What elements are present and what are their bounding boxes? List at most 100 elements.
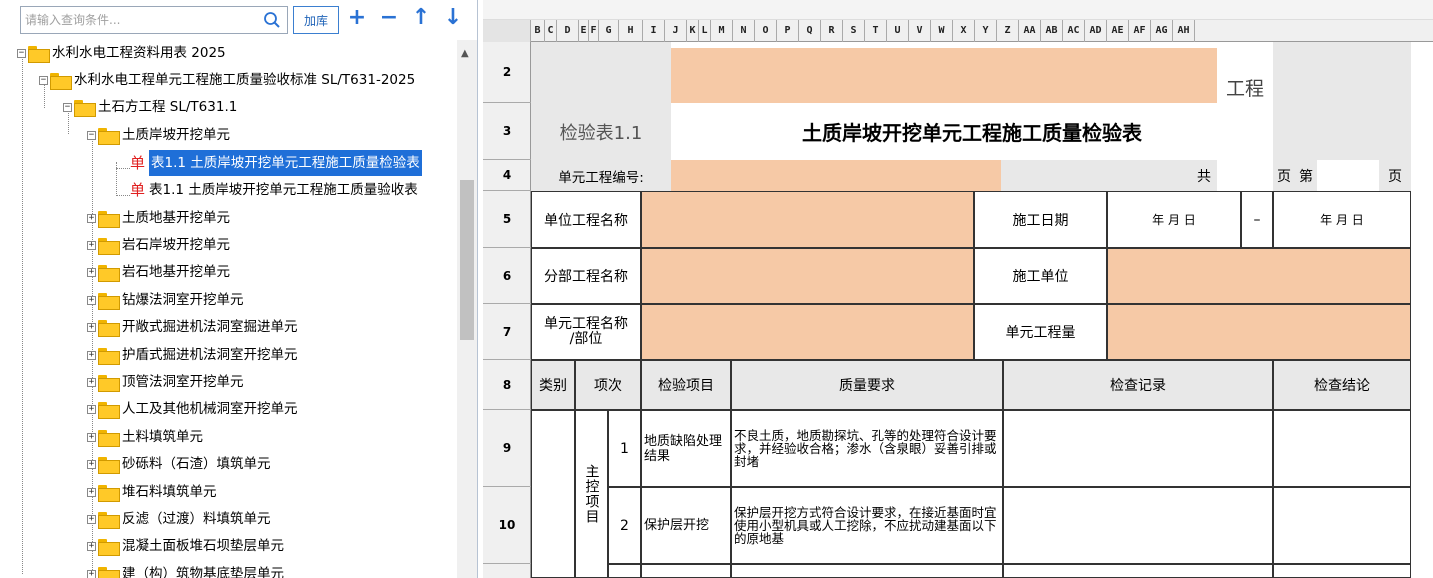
column-letter[interactable]: C: [545, 20, 557, 42]
scrollbar-thumb[interactable]: [460, 180, 474, 340]
column-letter[interactable]: AF: [1129, 20, 1151, 42]
expand-icon[interactable]: +: [87, 377, 96, 387]
tree-node[interactable]: + 混凝土面板堆石坝垫层单元: [87, 533, 284, 559]
expand-icon[interactable]: +: [87, 487, 96, 497]
column-letter[interactable]: AA: [1019, 20, 1041, 42]
column-letter[interactable]: P: [777, 20, 799, 42]
row-number[interactable]: 3: [483, 103, 531, 160]
row-number[interactable]: 6: [483, 248, 531, 304]
column-letter[interactable]: I: [643, 20, 665, 42]
expand-icon[interactable]: +: [87, 432, 96, 442]
result-1[interactable]: [1273, 410, 1411, 487]
construction-unit-input[interactable]: [1107, 248, 1411, 304]
tree-node[interactable]: + 砂砾料（石渣）填筑单元: [87, 451, 271, 477]
tree-node[interactable]: + 土质地基开挖单元: [87, 205, 230, 231]
expand-icon[interactable]: +: [87, 514, 96, 524]
column-letter[interactable]: V: [909, 20, 931, 42]
expand-icon[interactable]: +: [87, 240, 96, 250]
tree-node[interactable]: + 开敞式掘进机法洞室掘进单元: [87, 314, 298, 340]
column-letter[interactable]: D: [557, 20, 579, 42]
move-up-icon[interactable]: ↑: [410, 7, 432, 30]
column-letter[interactable]: N: [733, 20, 755, 42]
column-letter[interactable]: X: [953, 20, 975, 42]
cell[interactable]: [1003, 564, 1273, 578]
tree-node[interactable]: + 岩石地基开挖单元: [87, 259, 230, 285]
unit-no-input[interactable]: [671, 160, 1001, 191]
column-letter[interactable]: AD: [1085, 20, 1107, 42]
move-down-icon[interactable]: ↓: [442, 7, 464, 30]
row-number[interactable]: 9: [483, 410, 531, 487]
column-letter[interactable]: F: [589, 20, 599, 42]
tree-node[interactable]: + 堆石料填筑单元: [87, 479, 217, 505]
record-1[interactable]: [1003, 410, 1273, 487]
column-letter[interactable]: L: [699, 20, 711, 42]
result-2[interactable]: [1273, 487, 1411, 564]
row-number[interactable]: 8: [483, 360, 531, 410]
column-letter[interactable]: G: [599, 20, 619, 42]
select-all-corner[interactable]: [483, 20, 531, 42]
scroll-up-icon[interactable]: ▲: [461, 48, 469, 59]
cell[interactable]: [1273, 564, 1411, 578]
project-name-cell[interactable]: [671, 48, 1217, 103]
column-letter[interactable]: AG: [1151, 20, 1173, 42]
cell[interactable]: [1001, 160, 1191, 191]
column-letter[interactable]: J: [665, 20, 687, 42]
add-library-button[interactable]: 加库: [293, 6, 339, 34]
tree-node[interactable]: + 岩石岸坡开挖单元: [87, 232, 230, 258]
tree-node[interactable]: + 护盾式掘进机法洞室开挖单元: [87, 342, 298, 368]
tree-node[interactable]: + 钻爆法洞室开挖单元: [87, 287, 244, 313]
column-letter[interactable]: AB: [1041, 20, 1063, 42]
column-letter[interactable]: U: [887, 20, 909, 42]
expand-icon[interactable]: +: [87, 350, 96, 360]
date-from[interactable]: 年 月 日: [1107, 191, 1241, 248]
unit-project-name-input[interactable]: [641, 191, 974, 248]
unit-quantity-input[interactable]: [1107, 304, 1411, 360]
column-letter[interactable]: Z: [997, 20, 1019, 42]
tree-node[interactable]: − 土质岸坡开挖单元: [87, 122, 230, 148]
tree-node[interactable]: + 顶管法洞室开挖单元: [87, 369, 244, 395]
expand-icon[interactable]: +: [87, 295, 96, 305]
remove-icon[interactable]: −: [378, 7, 400, 30]
expand-icon[interactable]: +: [87, 541, 96, 551]
cell[interactable]: [1273, 103, 1411, 160]
add-icon[interactable]: +: [346, 7, 368, 30]
column-letter[interactable]: M: [711, 20, 733, 42]
tree-scrollbar[interactable]: ▲: [457, 40, 477, 578]
expand-icon[interactable]: +: [87, 322, 96, 332]
page-number-input[interactable]: [1317, 160, 1379, 191]
column-letter[interactable]: AE: [1107, 20, 1129, 42]
row-number[interactable]: 2: [483, 42, 531, 103]
column-letter[interactable]: R: [821, 20, 843, 42]
collapse-icon[interactable]: −: [87, 130, 96, 140]
record-2[interactable]: [1003, 487, 1273, 564]
search-icon[interactable]: [261, 9, 283, 31]
row-number[interactable]: 7: [483, 304, 531, 360]
collapse-icon[interactable]: −: [63, 102, 72, 112]
cell[interactable]: [531, 42, 671, 103]
tree-node[interactable]: − 土石方工程 SL/T631.1: [63, 94, 237, 120]
tree-node[interactable]: + 反滤（过渡）料填筑单元: [87, 506, 271, 532]
date-to[interactable]: 年 月 日: [1273, 191, 1411, 248]
tree-leaf-selected[interactable]: 单表1.1 土质岸坡开挖单元工程施工质量检验表: [130, 150, 422, 176]
total-pages-input[interactable]: [1217, 160, 1273, 191]
collapse-icon[interactable]: −: [39, 75, 48, 85]
column-letter[interactable]: Q: [799, 20, 821, 42]
tree-node[interactable]: + 建（构）筑物基底垫层单元: [87, 561, 284, 578]
tree-node[interactable]: − 水利水电工程单元工程施工质量验收标准 SL/T631-2025: [39, 67, 415, 93]
column-letter[interactable]: O: [755, 20, 777, 42]
collapse-icon[interactable]: −: [17, 48, 26, 58]
column-letter[interactable]: K: [687, 20, 699, 42]
column-letter[interactable]: S: [843, 20, 865, 42]
tree-node[interactable]: + 土料填筑单元: [87, 424, 203, 450]
column-letter[interactable]: B: [531, 20, 545, 42]
row-number[interactable]: 4: [483, 160, 531, 191]
expand-icon[interactable]: +: [87, 404, 96, 414]
cell[interactable]: [731, 564, 1003, 578]
expand-icon[interactable]: +: [87, 569, 96, 578]
cell[interactable]: [641, 564, 731, 578]
search-input[interactable]: [25, 10, 255, 30]
category-cell[interactable]: [531, 410, 575, 578]
column-letter[interactable]: T: [865, 20, 887, 42]
expand-icon[interactable]: +: [87, 267, 96, 277]
column-letter[interactable]: W: [931, 20, 953, 42]
